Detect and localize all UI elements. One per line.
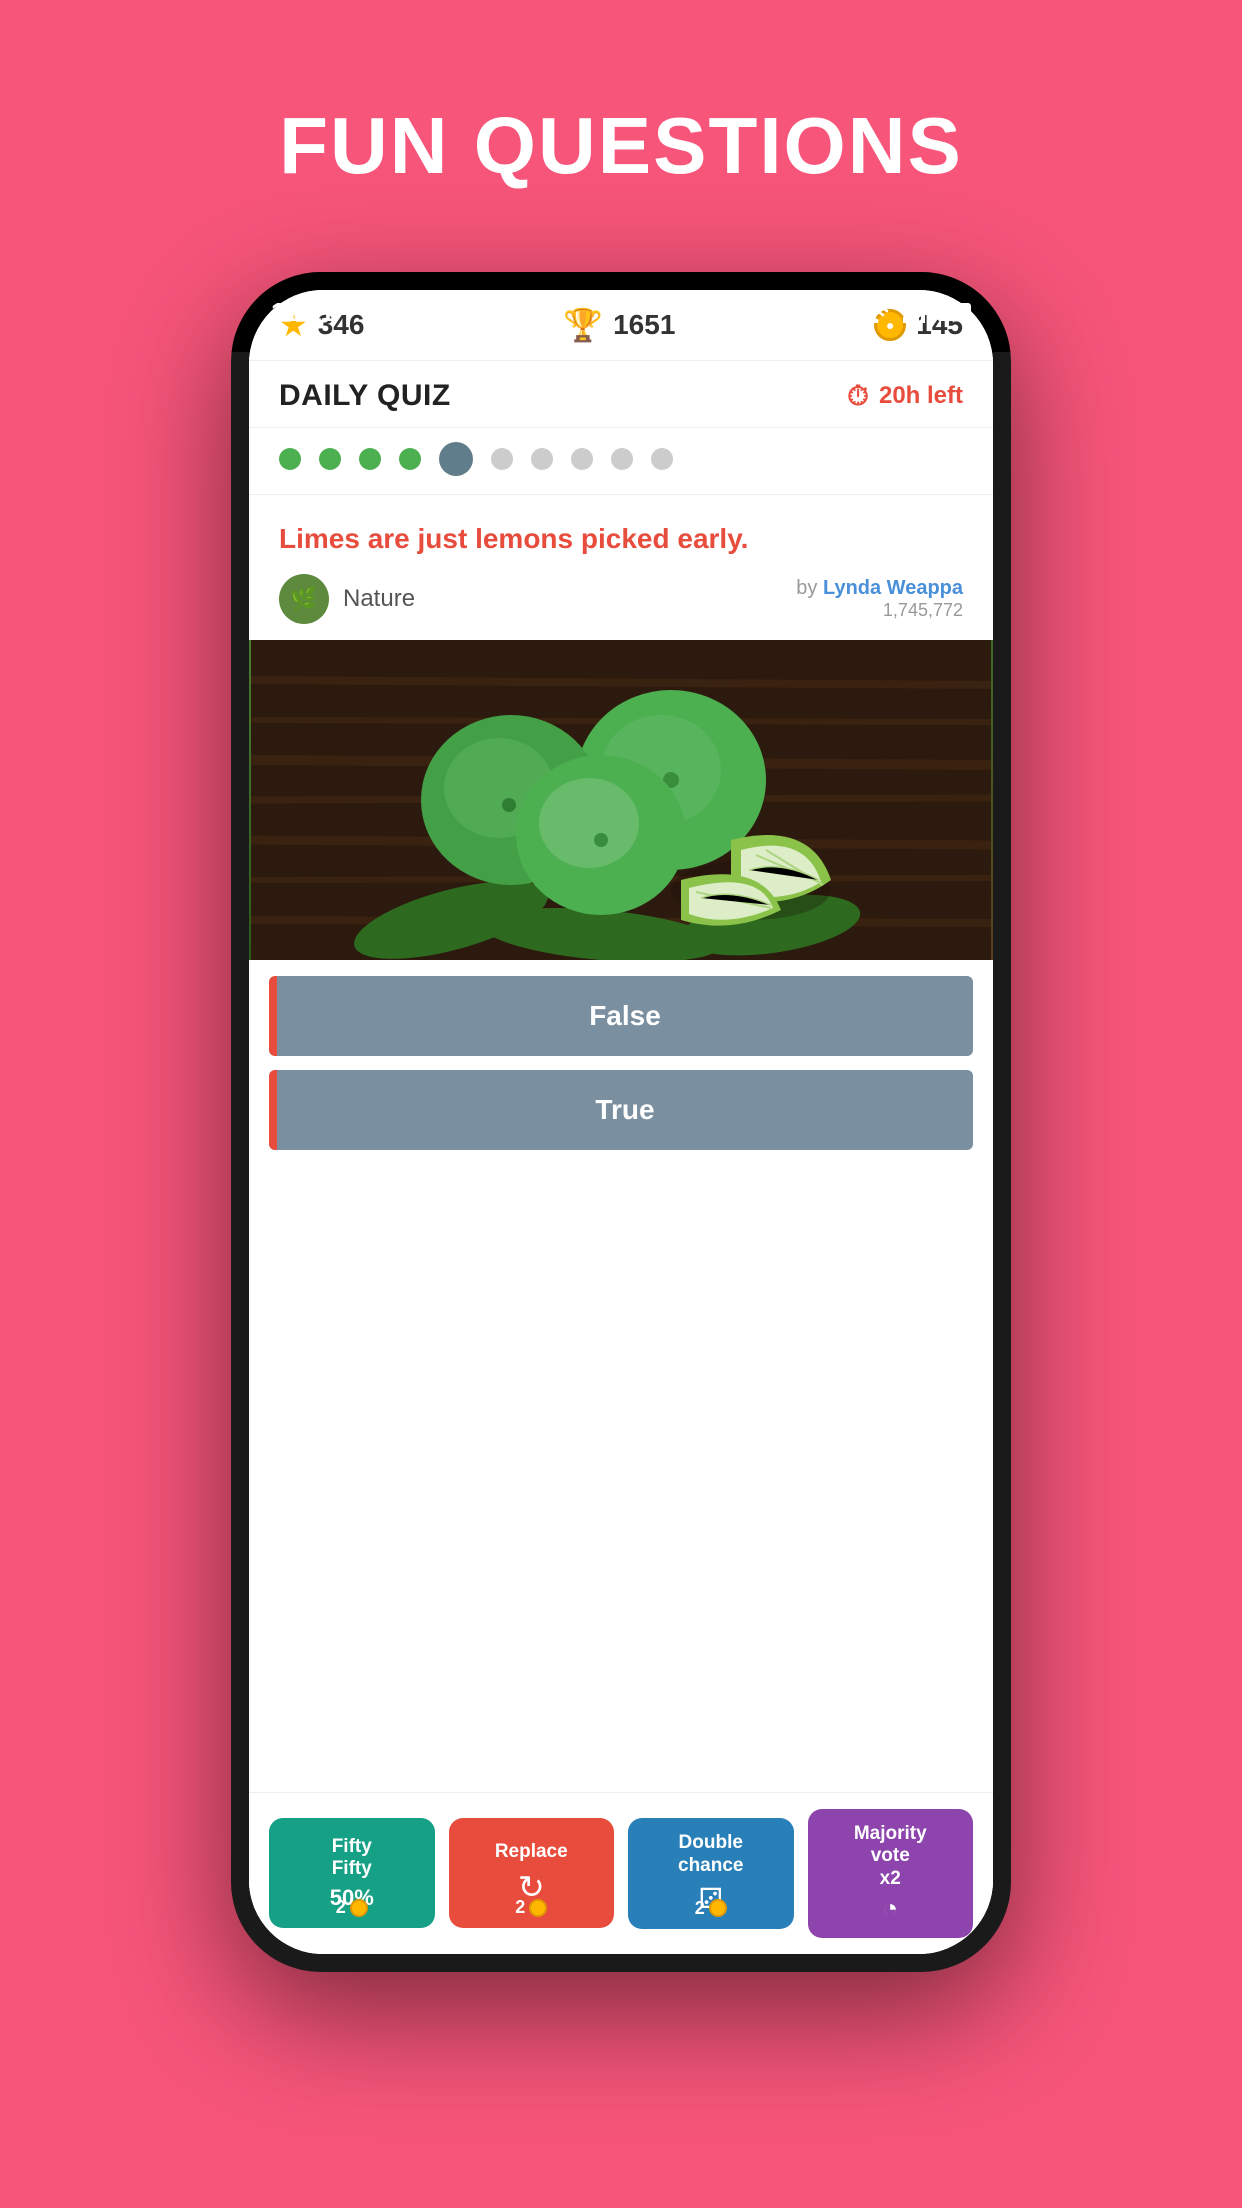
- fifty-fifty-count-num: 2: [336, 1897, 346, 1918]
- question-image: [249, 640, 993, 960]
- status-time: 11:11: [271, 297, 335, 328]
- author-by: by: [796, 577, 823, 599]
- trophy-icon: 🏆: [563, 306, 603, 344]
- fifty-fifty-coin: [350, 1899, 368, 1917]
- dot-8: [571, 448, 593, 470]
- app-content: ★ 346 🏆 1651 ● 145 DAILY QUIZ: [249, 290, 993, 1954]
- timer-value: 20h left: [879, 382, 963, 410]
- lime-svg: [249, 640, 993, 960]
- answer-false[interactable]: False: [269, 976, 973, 1056]
- replace-label: Replace: [495, 1841, 568, 1864]
- timer-icon: ⏱: [847, 380, 869, 413]
- dot-10: [651, 448, 673, 470]
- author-count: 1,745,772: [796, 600, 963, 621]
- double-chance-coin: [709, 1899, 727, 1917]
- battery-icon: [937, 303, 971, 321]
- phone-mockup: 11:11: [231, 272, 1011, 1972]
- question-text: Limes are just lemons picked early.: [249, 495, 993, 574]
- dot-9: [611, 448, 633, 470]
- trophy-value: 1651: [613, 309, 675, 341]
- powerups-bar: FiftyFifty 50% 2 Replace ↻: [249, 1792, 993, 1954]
- status-icons: [861, 301, 971, 323]
- dot-2: [319, 448, 341, 470]
- answer-true[interactable]: True: [269, 1070, 973, 1150]
- quiz-title: DAILY QUIZ: [279, 379, 451, 413]
- replace-coin: [529, 1899, 547, 1917]
- replace-count-num: 2: [515, 1897, 525, 1918]
- nature-icon: 🌿: [279, 574, 329, 624]
- dot-7: [531, 448, 553, 470]
- powerup-majority-vote[interactable]: Majorityvotex2 ◔: [808, 1809, 974, 1938]
- answers-section: False True: [249, 960, 993, 1166]
- powerup-replace[interactable]: Replace ↻ 2: [449, 1818, 615, 1928]
- dot-3: [359, 448, 381, 470]
- page-title: FUN QUESTIONS: [279, 100, 963, 192]
- phone-shell: 11:11: [231, 272, 1011, 1972]
- powerup-double-chance[interactable]: Doublechance ⚂ 2: [628, 1818, 794, 1929]
- dot-4: [399, 448, 421, 470]
- question-section: Limes are just lemons picked early. 🌿 Na…: [249, 495, 993, 1954]
- author-name: Lynda Weappa: [823, 577, 963, 599]
- timer-badge: ⏱ 20h left: [847, 380, 963, 413]
- category-tag: 🌿 Nature: [279, 574, 415, 624]
- majority-vote-icon: ◔: [882, 1893, 898, 1924]
- replace-count: 2: [515, 1897, 547, 1918]
- app-screen: ★ 346 🏆 1651 ● 145 DAILY QUIZ: [249, 290, 993, 1954]
- signal-icon: [903, 301, 925, 323]
- answer-false-label: False: [589, 1000, 661, 1031]
- powerup-fifty-fifty[interactable]: FiftyFifty 50% 2: [269, 1818, 435, 1928]
- fifty-fifty-label: FiftyFifty: [332, 1836, 372, 1882]
- dot-6: [491, 448, 513, 470]
- fifty-fifty-count: 2: [336, 1897, 368, 1918]
- trophy-stat: 🏆 1651: [563, 306, 675, 344]
- double-chance-count: 2: [695, 1898, 727, 1919]
- progress-bar: [249, 428, 993, 495]
- dot-1: [279, 448, 301, 470]
- majority-vote-label: Majorityvotex2: [854, 1823, 927, 1891]
- wifi-icon: [861, 301, 891, 323]
- answer-true-label: True: [595, 1094, 654, 1125]
- double-chance-label: Doublechance: [678, 1832, 743, 1878]
- question-meta: 🌿 Nature by Lynda Weappa 1,745,772: [249, 574, 993, 640]
- quiz-header: DAILY QUIZ ⏱ 20h left: [249, 361, 993, 428]
- double-chance-count-num: 2: [695, 1898, 705, 1919]
- dot-5-current: [439, 442, 473, 476]
- category-name: Nature: [343, 585, 415, 613]
- author-info: by Lynda Weappa 1,745,772: [796, 577, 963, 621]
